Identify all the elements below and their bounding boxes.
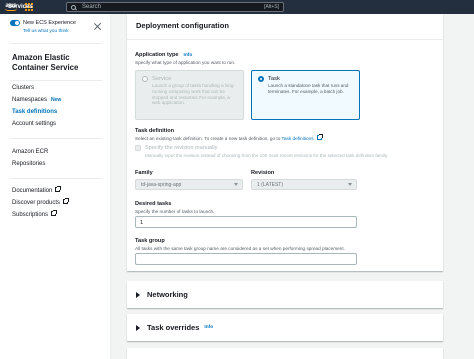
sidebar-item-namespaces[interactable]: Namespaces New bbox=[12, 97, 61, 103]
service-description: Launch a group of tasks handling a long-… bbox=[152, 83, 236, 106]
deployment-configuration-panel: Deployment configuration Application typ… bbox=[127, 14, 443, 271]
application-type-label-text: Application type bbox=[135, 52, 179, 58]
sidebar-item-repositories[interactable]: Repositories bbox=[12, 161, 45, 167]
revision-select: 1 (LATEST) bbox=[251, 179, 357, 190]
task-radio[interactable] bbox=[258, 76, 264, 82]
service-option-tile: Service Launch a group of tasks handling… bbox=[135, 70, 244, 120]
divider bbox=[10, 138, 102, 139]
expand-caret-icon bbox=[136, 291, 140, 298]
new-experience-label: New ECS Experience bbox=[23, 20, 76, 26]
sidebar-title: Amazon Elastic Container Service bbox=[12, 53, 79, 72]
external-link-icon bbox=[63, 198, 70, 204]
application-type-label: Application type Info bbox=[135, 52, 192, 58]
info-link[interactable]: Info bbox=[184, 53, 193, 58]
chevron-down-icon bbox=[348, 183, 352, 186]
external-link-icon bbox=[55, 186, 62, 192]
specify-revision-label: Specify the revision manually bbox=[145, 145, 218, 151]
task-option-tile[interactable]: Task Launch a standalone task that runs … bbox=[251, 70, 360, 120]
sidebar-item-task-definitions[interactable]: Task definitions bbox=[12, 109, 57, 115]
desired-tasks-input[interactable]: 1 bbox=[135, 216, 357, 228]
service-radio bbox=[142, 76, 148, 82]
new-badge: New bbox=[51, 97, 62, 103]
desired-tasks-description: Specify the number of tasks to launch. bbox=[135, 209, 215, 214]
application-type-description: Specify what type of application you wan… bbox=[135, 60, 236, 65]
service-title: Service bbox=[152, 76, 172, 82]
networking-section[interactable]: Networking bbox=[127, 281, 443, 308]
panel-title: Deployment configuration bbox=[127, 14, 443, 40]
external-link-icon bbox=[51, 210, 58, 216]
specify-revision-description: Manually input the revision instead of c… bbox=[145, 153, 389, 158]
specify-revision-checkbox bbox=[135, 145, 141, 151]
next-section-panel bbox=[127, 348, 443, 359]
desired-tasks-label: Desired tasks bbox=[135, 201, 172, 207]
sidebar-item-namespaces-label: Namespaces bbox=[12, 97, 48, 103]
networking-title: Networking bbox=[147, 290, 188, 299]
search-placeholder: Search bbox=[82, 4, 102, 10]
divider bbox=[10, 43, 102, 44]
top-navigation-bar: aws Services Search [Alt+S] bbox=[0, 0, 474, 14]
expand-caret-icon bbox=[136, 324, 140, 331]
sidebar-item-ecr[interactable]: Amazon ECR bbox=[12, 149, 48, 155]
sidebar-item-subscriptions[interactable]: Subscriptions bbox=[12, 210, 58, 219]
close-icon[interactable] bbox=[94, 23, 101, 30]
search-shortcut: [Alt+S] bbox=[264, 4, 279, 10]
task-definition-desc-text: Select an existing task definition. To c… bbox=[135, 136, 281, 141]
discover-products-label: Discover products bbox=[12, 200, 61, 207]
info-link[interactable]: Info bbox=[204, 325, 213, 330]
documentation-label: Documentation bbox=[12, 188, 53, 195]
divider bbox=[10, 80, 102, 81]
task-description: Launch a standalone task that runs and t… bbox=[268, 83, 349, 94]
subscriptions-label: Subscriptions bbox=[12, 212, 49, 219]
task-overrides-title: Task overrides bbox=[147, 323, 200, 332]
family-select: td-java-spring-app bbox=[135, 179, 243, 190]
new-experience-toggle-row: New ECS Experience bbox=[10, 20, 76, 26]
external-link-icon bbox=[316, 134, 323, 141]
task-group-label: Task group bbox=[135, 238, 165, 244]
search-icon bbox=[71, 4, 76, 10]
chevron-down-icon bbox=[234, 183, 238, 186]
sidebar: New ECS Experience Tell us what you thin… bbox=[0, 14, 111, 359]
task-definition-description: Select an existing task definition. To c… bbox=[135, 134, 323, 141]
feedback-link[interactable]: Tell us what you think bbox=[23, 29, 69, 34]
task-group-input[interactable] bbox=[135, 253, 357, 265]
services-label: Services bbox=[8, 4, 33, 10]
divider bbox=[10, 178, 102, 179]
search-input[interactable]: Search [Alt+S] bbox=[66, 2, 284, 12]
task-definition-label: Task definition bbox=[135, 128, 175, 134]
sidebar-item-documentation[interactable]: Documentation bbox=[12, 186, 62, 195]
family-label: Family bbox=[135, 170, 153, 176]
services-menu-button[interactable]: Services bbox=[8, 2, 36, 12]
revision-label: Revision bbox=[251, 170, 275, 176]
revision-value: 1 (LATEST) bbox=[257, 182, 284, 188]
sidebar-item-clusters[interactable]: Clusters bbox=[12, 85, 34, 91]
sidebar-item-discover-products[interactable]: Discover products bbox=[12, 198, 70, 207]
family-value: td-java-spring-app bbox=[141, 182, 182, 188]
task-overrides-section[interactable]: Task overrides Info bbox=[127, 314, 443, 341]
new-experience-toggle[interactable] bbox=[10, 20, 20, 26]
task-group-description: All tasks with the same task group name … bbox=[135, 246, 346, 251]
task-title: Task bbox=[268, 76, 280, 82]
sidebar-item-account-settings[interactable]: Account settings bbox=[12, 121, 56, 127]
task-definitions-link[interactable]: Task definitions bbox=[282, 136, 314, 141]
